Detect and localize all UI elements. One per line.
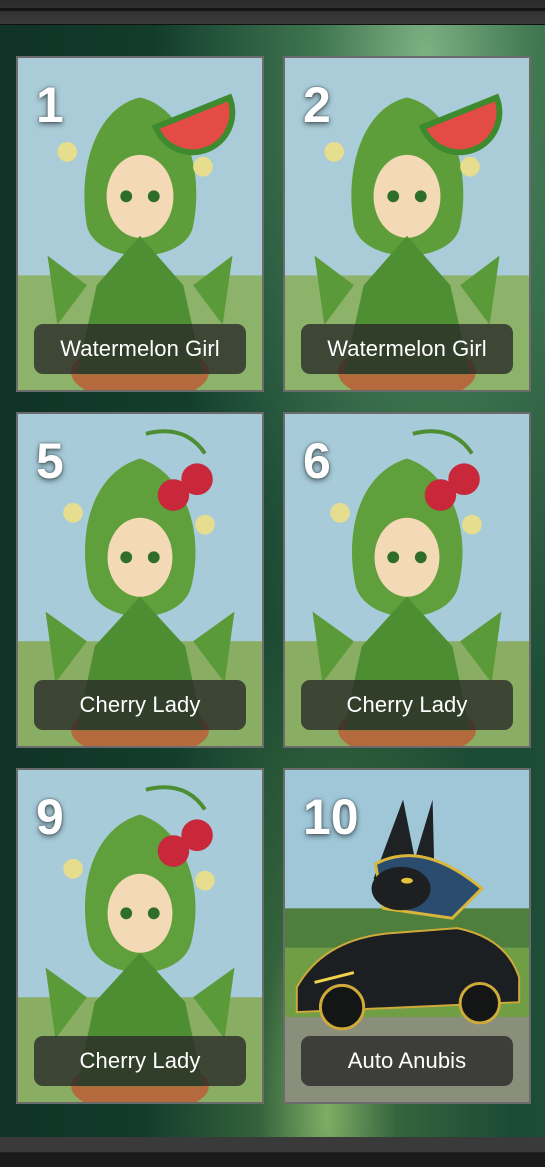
card-title: Cherry Lady <box>301 680 513 730</box>
card-title: Cherry Lady <box>34 680 246 730</box>
card-cherry-lady-6[interactable]: 6 Cherry Lady <box>283 412 531 748</box>
card-cherry-lady-5[interactable]: 5 Cherry Lady <box>16 412 264 748</box>
card-number: 5 <box>36 433 64 489</box>
card-auto-anubis-10[interactable]: 10 Auto Anubis <box>283 768 531 1104</box>
card-cherry-lady-9[interactable]: 9 Cherry Lady <box>16 768 264 1104</box>
card-number: 9 <box>36 789 64 845</box>
bottom-bar <box>0 1137 545 1167</box>
card-gallery: 1 Watermelon Girl 2 Watermelon Girl 5 Ch… <box>0 25 545 1137</box>
top-bar-divider <box>0 8 545 11</box>
card-number: 2 <box>303 77 331 133</box>
card-watermelon-girl-2[interactable]: 2 Watermelon Girl <box>283 56 531 392</box>
top-bar <box>0 0 545 25</box>
card-title: Watermelon Girl <box>301 324 513 374</box>
card-number: 6 <box>303 433 331 489</box>
card-number: 1 <box>36 77 64 133</box>
card-title: Auto Anubis <box>301 1036 513 1086</box>
card-title: Watermelon Girl <box>34 324 246 374</box>
card-title: Cherry Lady <box>34 1036 246 1086</box>
card-number: 10 <box>303 789 359 845</box>
card-watermelon-girl-1[interactable]: 1 Watermelon Girl <box>16 56 264 392</box>
